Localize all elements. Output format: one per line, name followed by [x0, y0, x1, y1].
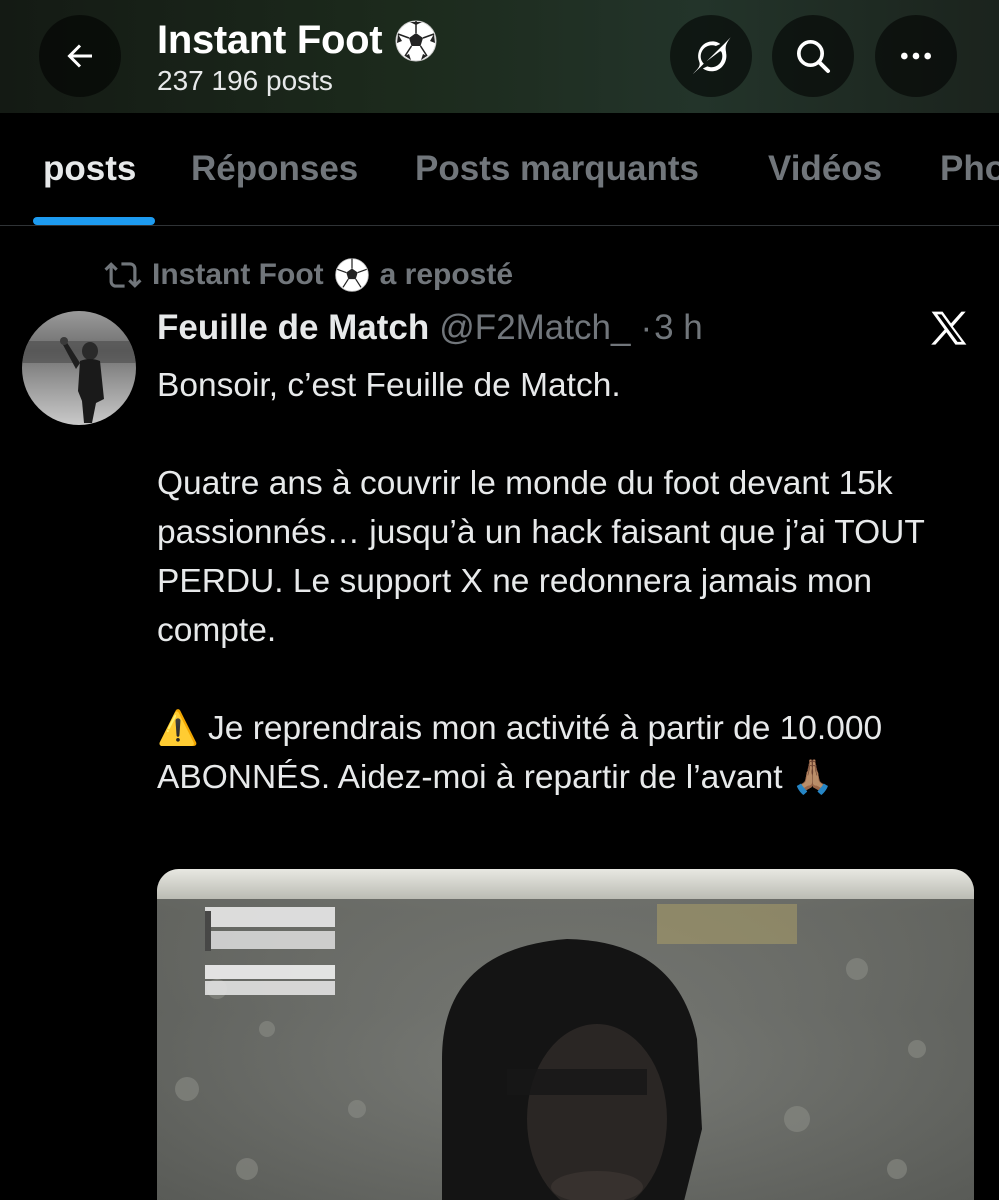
- post-video-thumbnail[interactable]: [157, 869, 974, 1200]
- search-button[interactable]: [772, 15, 854, 97]
- repost-suffix: a reposté: [379, 258, 514, 291]
- post-author-line: Feuille de Match @F2Match_ · 3 h: [157, 308, 703, 348]
- tab-photos[interactable]: Photos: [940, 149, 999, 189]
- search-icon: [797, 40, 830, 73]
- profile-tabs: posts Réponses Posts marquants Vidéos Ph…: [0, 113, 999, 226]
- soccer-ball-icon: [334, 258, 369, 292]
- author-name[interactable]: Feuille de Match: [157, 308, 429, 348]
- video-frame: [157, 869, 974, 1200]
- post-paragraph: Quatre ans à couvrir le monde du foot de…: [157, 465, 925, 649]
- grok-button[interactable]: [670, 15, 752, 97]
- back-button[interactable]: [39, 15, 121, 97]
- tab-posts[interactable]: posts: [43, 149, 136, 189]
- tab-replies[interactable]: Réponses: [191, 149, 358, 189]
- profile-header: Instant Foot 237 196 posts: [0, 0, 999, 113]
- active-tab-indicator: [33, 217, 155, 225]
- grok-icon: [692, 37, 731, 75]
- meta-separator: ·: [640, 308, 653, 347]
- author-handle[interactable]: @F2Match_: [439, 308, 630, 348]
- more-horizontal-icon: [901, 52, 931, 60]
- profile-name: Instant Foot: [157, 18, 383, 62]
- arrow-left-icon: [67, 44, 92, 68]
- repost-name: Instant Foot: [152, 258, 324, 291]
- avatar-photo: [22, 311, 136, 425]
- tab-videos[interactable]: Vidéos: [768, 149, 882, 189]
- avatar[interactable]: [22, 311, 136, 425]
- post-text: Bonsoir, c’est Feuille de Match. Quatre …: [157, 361, 957, 802]
- profile-title: Instant Foot: [157, 18, 438, 63]
- post-paragraph: ⚠️ Je reprendrais mon activité à partir …: [157, 710, 883, 796]
- more-button[interactable]: [875, 15, 957, 97]
- post-paragraph: Bonsoir, c’est Feuille de Match.: [157, 367, 621, 404]
- posts-count: 237 196 posts: [157, 65, 333, 96]
- repost-context[interactable]: Instant Foot a reposté: [104, 256, 513, 294]
- repost-icon: [104, 262, 142, 288]
- profile-title-block: Instant Foot 237 196 posts: [157, 18, 438, 97]
- soccer-ball-icon: [395, 20, 437, 61]
- tab-highlights[interactable]: Posts marquants: [415, 149, 699, 189]
- x-logo-icon: [931, 311, 967, 345]
- post-time[interactable]: 3 h: [654, 308, 703, 348]
